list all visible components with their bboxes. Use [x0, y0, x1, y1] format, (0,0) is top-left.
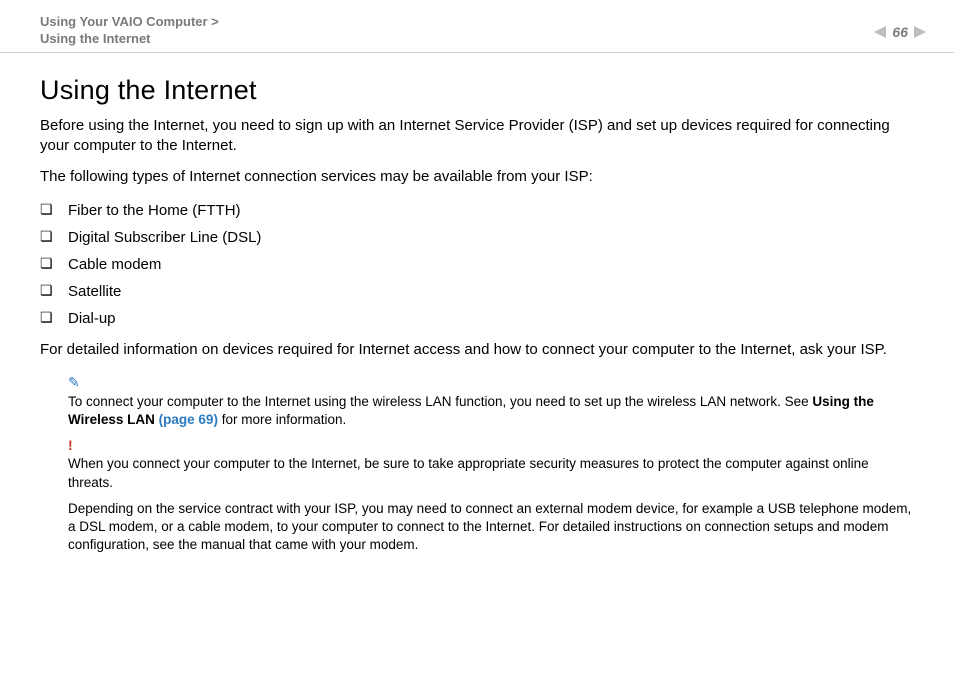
breadcrumb-line2: Using the Internet: [40, 31, 914, 46]
list-item: Dial-up: [40, 305, 914, 332]
list-item: Digital Subscriber Line (DSL): [40, 224, 914, 251]
note-text-pre: To connect your computer to the Internet…: [68, 394, 812, 409]
list-item: Satellite: [40, 278, 914, 305]
note-exclamation-icon: !: [68, 437, 914, 453]
list-intro-paragraph: The following types of Internet connecti…: [40, 167, 914, 187]
next-page-arrow-icon[interactable]: [914, 26, 926, 38]
page-nav: 66: [874, 24, 926, 40]
page-title: Using the Internet: [40, 75, 914, 106]
list-item: Fiber to the Home (FTTH): [40, 197, 914, 224]
note-wireless-lan: To connect your computer to the Internet…: [68, 393, 914, 429]
after-list-paragraph: For detailed information on devices requ…: [40, 340, 914, 360]
notes-section: ✎ To connect your computer to the Intern…: [40, 374, 914, 555]
page-header: Using Your VAIO Computer > Using the Int…: [0, 0, 954, 53]
intro-paragraph: Before using the Internet, you need to s…: [40, 116, 914, 157]
prev-page-arrow-icon[interactable]: [874, 26, 886, 38]
note-text-post: for more information.: [218, 412, 346, 427]
breadcrumb-line1: Using Your VAIO Computer >: [40, 14, 914, 29]
wireless-lan-link[interactable]: (page 69): [159, 412, 218, 427]
page-content: Using the Internet Before using the Inte…: [0, 53, 954, 555]
connection-types-list: Fiber to the Home (FTTH) Digital Subscri…: [40, 197, 914, 332]
note-pencil-icon: ✎: [68, 374, 914, 391]
note-modem: Depending on the service contract with y…: [68, 500, 914, 555]
page-number: 66: [892, 24, 908, 40]
list-item: Cable modem: [40, 251, 914, 278]
note-security: When you connect your computer to the In…: [68, 455, 914, 491]
